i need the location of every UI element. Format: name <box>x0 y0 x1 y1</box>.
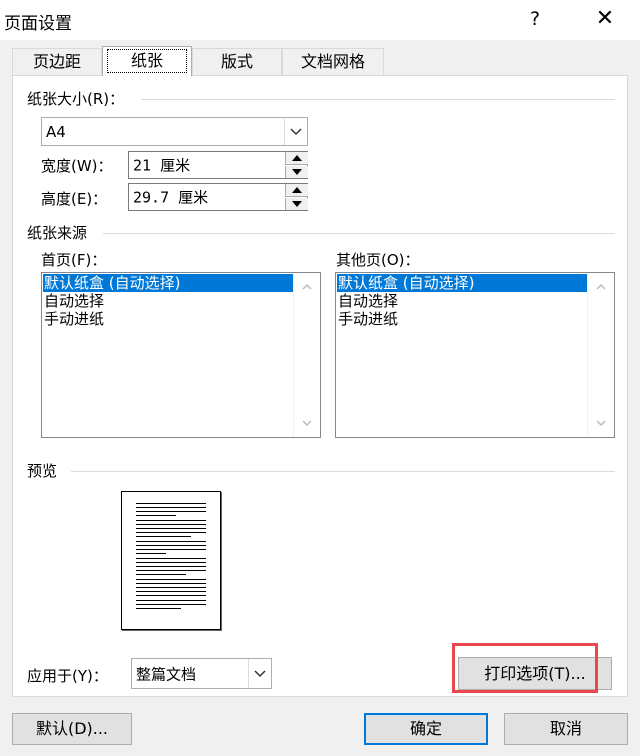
divider <box>141 99 615 100</box>
preview-line <box>136 558 206 559</box>
spin-down-button[interactable] <box>285 166 308 178</box>
other-pages-label: 其他页(O)： <box>336 251 420 269</box>
page-preview <box>121 491 221 630</box>
preview-line <box>136 579 206 580</box>
tab-margins[interactable]: 页边距 <box>12 48 102 75</box>
first-page-listbox[interactable]: 默认纸盒 (自动选择) 自动选择 手动进纸 <box>41 272 321 438</box>
spin-up-button[interactable] <box>285 152 308 165</box>
preview-line <box>136 541 206 542</box>
preview-line <box>136 604 206 605</box>
width-label: 宽度(W)： <box>41 157 113 175</box>
dialog-title: 页面设置 <box>4 14 72 34</box>
other-pages-listbox[interactable]: 默认纸盒 (自动选择) 自动选择 手动进纸 <box>335 272 615 438</box>
paper-size-value: A4 <box>46 122 66 141</box>
preview-line <box>136 562 206 563</box>
preview-line <box>136 536 191 537</box>
preview-line <box>136 528 206 529</box>
list-item[interactable]: 自动选择 <box>43 292 104 310</box>
height-label: 高度(E)： <box>41 190 108 208</box>
close-button[interactable]: ✕ <box>590 4 620 34</box>
preview-line <box>136 503 206 504</box>
height-value: 29.7 厘米 <box>133 188 209 207</box>
height-spinner[interactable]: 29.7 厘米 <box>128 183 308 211</box>
cancel-button[interactable]: 取消 <box>504 713 628 745</box>
scroll-up-icon[interactable] <box>302 283 312 290</box>
scroll-down-icon[interactable] <box>596 420 606 427</box>
width-value: 21 厘米 <box>133 156 191 175</box>
spin-up-button[interactable] <box>285 184 308 197</box>
scrollbar[interactable] <box>293 273 320 437</box>
tab-paper[interactable]: 纸张 <box>102 46 192 76</box>
scrollbar[interactable] <box>587 273 614 437</box>
first-page-label: 首页(F)： <box>41 251 107 269</box>
scroll-up-icon[interactable] <box>596 283 606 290</box>
list-item[interactable]: 手动进纸 <box>43 310 104 328</box>
apply-to-combo[interactable]: 整篇文档 <box>131 658 272 689</box>
title-bar: 页面设置 ? ✕ <box>0 0 640 40</box>
list-item[interactable]: 默认纸盒 (自动选择) <box>337 274 588 292</box>
scroll-down-icon[interactable] <box>302 420 312 427</box>
divider <box>71 471 615 472</box>
preview-line <box>136 583 206 584</box>
ok-button[interactable]: 确定 <box>364 713 488 745</box>
preview-line <box>136 515 176 516</box>
list-item[interactable]: 手动进纸 <box>337 310 398 328</box>
default-button[interactable]: 默认(D)... <box>12 713 132 745</box>
list-item[interactable]: 默认纸盒 (自动选择) <box>43 274 294 292</box>
tab-paper-label: 纸张 <box>107 49 187 73</box>
spin-down-button[interactable] <box>285 198 308 210</box>
preview-line <box>136 570 206 571</box>
preview-line <box>136 511 206 512</box>
preview-line <box>136 549 206 550</box>
highlight-box <box>452 643 598 693</box>
apply-to-label: 应用于(Y)： <box>27 667 108 685</box>
preview-line <box>136 587 206 588</box>
paper-source-group-label: 纸张来源 <box>27 224 88 242</box>
preview-line <box>136 532 206 533</box>
tab-panel-paper: 纸张大小(R)： A4 宽度(W)： 21 厘米 高度(E)： 29.7 厘米 … <box>12 75 628 697</box>
preview-line <box>136 600 206 601</box>
preview-line <box>136 566 206 567</box>
preview-line <box>136 595 206 596</box>
preview-line <box>136 574 186 575</box>
chevron-down-icon[interactable] <box>248 659 271 688</box>
chevron-down-icon[interactable] <box>284 118 307 145</box>
preview-group-label: 预览 <box>27 462 58 480</box>
preview-line <box>136 591 206 592</box>
preview-line <box>136 608 181 609</box>
list-item[interactable]: 自动选择 <box>337 292 398 310</box>
paper-size-group-label: 纸张大小(R)： <box>27 90 125 108</box>
width-spinner[interactable]: 21 厘米 <box>128 151 308 179</box>
preview-line <box>136 545 206 546</box>
preview-line <box>136 520 206 521</box>
divider <box>103 233 615 234</box>
preview-line <box>136 524 206 525</box>
tab-document-grid[interactable]: 文档网格 <box>282 48 384 75</box>
help-button[interactable]: ? <box>520 4 550 34</box>
tab-layout[interactable]: 版式 <box>192 48 282 75</box>
apply-to-value: 整篇文档 <box>136 665 197 683</box>
preview-line <box>136 553 166 554</box>
preview-line <box>136 507 206 508</box>
paper-size-combo[interactable]: A4 <box>41 117 308 146</box>
